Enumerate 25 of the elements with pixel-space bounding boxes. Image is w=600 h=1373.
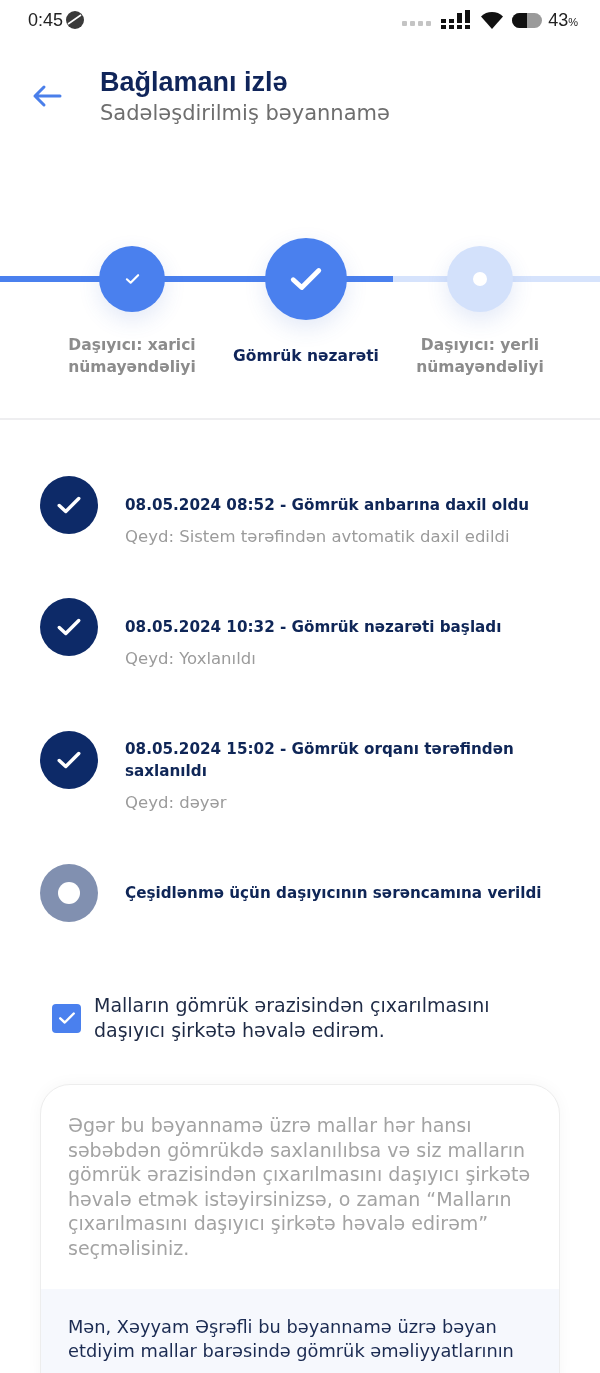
event-title: 08.05.2024 08:52 - Gömrük anbarına daxil oldu — [125, 495, 531, 516]
consent-text: Mən, Xəyyam Əşrəfli bu bəyannamə üzrə bəyan etdiyim mallar barəsində gömrük əməliyyatlarının — [68, 1315, 515, 1363]
step-label: Daşıyıcı: yerli nümayəndəliyi — [415, 335, 545, 378]
battery-icon — [512, 12, 543, 28]
battery-percent: 43% — [548, 9, 578, 31]
page-subtitle: Sadələşdirilmiş bəyannamə — [100, 100, 390, 126]
arrow-left-icon — [32, 84, 62, 108]
event-title: Çeşidlənmə üçün daşıyıcının sərəncamına verildi — [125, 883, 543, 904]
event-note: Qeyd: dəyər — [125, 792, 228, 814]
striped-circle-icon — [66, 11, 85, 29]
info-text: Əgər bu bəyannamə üzrə mallar hər hansı səbəbdən gömrükdə saxlanılıbsa və siz malların gömrük ərazisindən çıxarılmasını daşıyıcı şirkətə həvalə etmək istəyirsinizsə, o zaman “Malların çıxarılmasını daşıyıcı şirkətə həvalə edirəm” seçməlisiniz. — [67, 1113, 532, 1261]
step-label: Daşıyıcı: xarici nümayəndəliyi — [67, 335, 197, 378]
page-title: Bağlamanı izlə — [100, 66, 289, 98]
check-icon — [57, 1011, 76, 1025]
event-note: Qeyd: Sistem tərəfindən avtomatik daxil edildi — [125, 526, 511, 548]
step-label: Gömrük nəzarəti — [233, 346, 379, 367]
signal-icon — [441, 10, 473, 30]
wifi-icon — [481, 11, 504, 29]
event-note: Qeyd: Yoxlanıldı — [125, 648, 257, 670]
checkbox-label: Malların gömrük ərazisindən çıxarılmasını daşıyıcı şirkətə həvalə edirəm. — [94, 993, 491, 1043]
checkbox[interactable] — [52, 1003, 81, 1033]
event-title: 08.05.2024 10:32 - Gömrük nəzarəti başladı — [125, 617, 503, 638]
signal-dots-icon — [402, 21, 433, 27]
status-time: 0:45 — [28, 9, 64, 31]
event-title: 08.05.2024 15:02 - Gömrük orqanı tərəfindən saxlanıldı — [125, 739, 515, 782]
